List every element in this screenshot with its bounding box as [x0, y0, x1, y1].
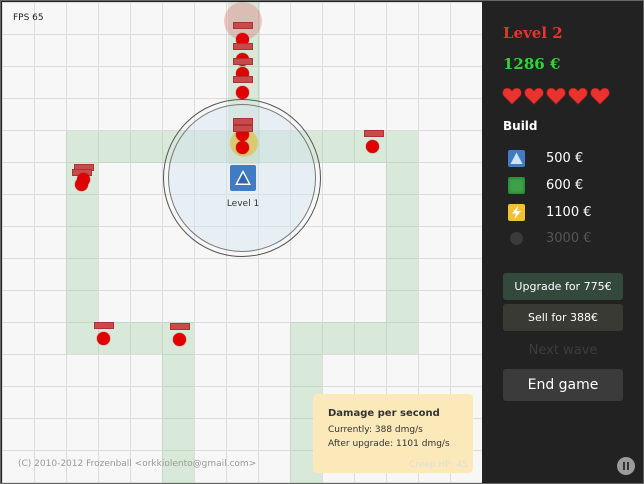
creep-hp-bar — [364, 130, 384, 137]
dps-after-upgrade: After upgrade: 1101 dmg/s — [328, 439, 450, 449]
money-counter: 1286 € — [503, 55, 561, 73]
lightning-tower-icon — [508, 204, 525, 221]
build-title: Build — [503, 119, 538, 133]
triangle-tower-icon — [235, 170, 251, 185]
next-wave-button[interactable]: Next wave — [503, 340, 623, 362]
build-item-green-tower[interactable]: 600 € — [508, 177, 583, 194]
sell-button[interactable]: Sell for 388€ — [503, 304, 623, 331]
upgrade-button[interactable]: Upgrade for 775€ — [503, 273, 623, 300]
dps-current: Currently: 388 dmg/s — [328, 425, 423, 435]
creep-hp-text: Creep HP: 45 — [409, 460, 468, 470]
heart-icon — [590, 87, 610, 105]
game-window: Level 1 FPS 65 Damage per second Current… — [0, 0, 644, 484]
creep[interactable] — [173, 333, 186, 346]
sidebar: Level 2 1286 € Build 500 € 600 € 1100 € — [484, 2, 643, 483]
creep[interactable] — [236, 86, 249, 99]
creep-hp-bar — [233, 125, 253, 132]
heart-icon — [546, 87, 566, 105]
heart-icon — [502, 87, 522, 105]
creep-hp-bar — [233, 22, 253, 29]
game-field[interactable]: Level 1 FPS 65 Damage per second Current… — [2, 2, 482, 483]
creep-hp-bar — [233, 58, 253, 65]
fps-counter: FPS 65 — [13, 13, 44, 23]
creep[interactable] — [236, 141, 249, 154]
lives-display — [502, 86, 610, 106]
path-segment — [290, 322, 386, 354]
build-price: 3000 € — [546, 231, 592, 246]
selected-tower[interactable] — [230, 165, 256, 191]
end-game-button[interactable]: End game — [503, 369, 623, 401]
creep[interactable] — [366, 140, 379, 153]
dark-tower-icon — [508, 230, 525, 247]
copyright-text: (C) 2010-2012 Frozenball <orkkiolento@gm… — [18, 459, 257, 469]
tower-level-label: Level 1 — [226, 199, 260, 209]
creep-hp-bar — [233, 118, 253, 125]
build-item-triangle-tower[interactable]: 500 € — [508, 150, 583, 167]
build-price: 1100 € — [546, 205, 592, 220]
creep-hp-bar — [170, 323, 190, 330]
creep-hp-bar — [233, 76, 253, 83]
build-item-lightning-tower[interactable]: 1100 € — [508, 204, 592, 221]
level-indicator: Level 2 — [503, 24, 563, 42]
heart-icon — [568, 87, 588, 105]
pause-icon[interactable] — [617, 457, 635, 475]
creep-hp-bar — [233, 43, 253, 50]
creep[interactable] — [75, 178, 88, 191]
build-price: 500 € — [546, 151, 584, 166]
build-item-dark-tower: 3000 € — [508, 230, 592, 247]
dps-title: Damage per second — [328, 408, 440, 419]
heart-icon — [524, 87, 544, 105]
creep[interactable] — [97, 332, 110, 345]
path-segment — [386, 163, 418, 354]
green-tower-icon — [508, 177, 525, 194]
triangle-tower-icon — [508, 150, 525, 167]
build-price: 600 € — [546, 178, 584, 193]
creep-hp-bar — [94, 322, 114, 329]
